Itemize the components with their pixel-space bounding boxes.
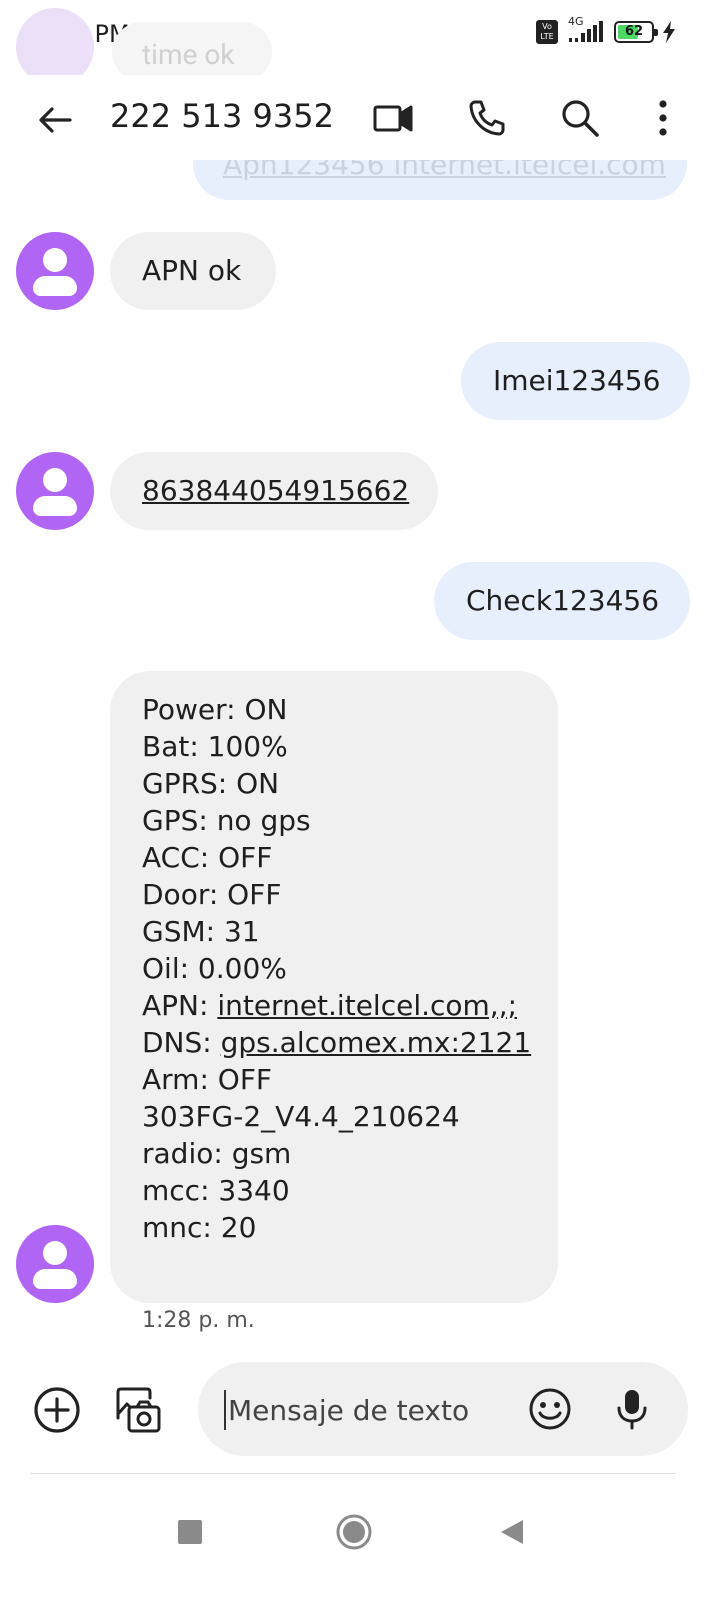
mic-icon[interactable] bbox=[606, 1383, 658, 1435]
message-bubble-incoming[interactable]: time ok bbox=[112, 22, 272, 82]
apn-link[interactable]: internet.itelcel.com,,; bbox=[217, 989, 517, 1022]
report-line: GSM: 31 bbox=[142, 915, 260, 948]
message-bubble-incoming[interactable]: Power: ON Bat: 100% GPRS: ON GPS: no gps… bbox=[110, 671, 558, 1303]
avatar[interactable] bbox=[16, 1225, 94, 1303]
add-circle-icon[interactable] bbox=[31, 1384, 83, 1436]
contact-title[interactable]: 222 513 9352 bbox=[110, 97, 334, 135]
top-app-bar: 222 513 9352 bbox=[0, 75, 720, 160]
report-line: GPRS: ON bbox=[142, 767, 280, 800]
compose-bar bbox=[0, 1360, 720, 1470]
message-timestamp: 1:28 p. m. bbox=[142, 1308, 255, 1333]
dns-link[interactable]: gps.alcomex.mx:2121 bbox=[221, 1026, 532, 1059]
compose-field[interactable] bbox=[198, 1362, 688, 1456]
report-line: GPS: no gps bbox=[142, 804, 311, 837]
system-nav-bar bbox=[0, 1480, 720, 1600]
divider bbox=[30, 1473, 676, 1474]
recents-square-icon[interactable] bbox=[162, 1504, 218, 1560]
phone-icon[interactable] bbox=[462, 93, 512, 143]
more-vert-icon[interactable] bbox=[638, 93, 688, 143]
arrow-back-icon[interactable] bbox=[32, 97, 78, 143]
message-bubble-outgoing[interactable]: Check123456 bbox=[434, 562, 690, 640]
message-bubble-outgoing[interactable]: Imei123456 bbox=[461, 342, 690, 420]
report-line: APN: internet.itelcel.com,,; bbox=[142, 989, 518, 1022]
message-input[interactable] bbox=[224, 1390, 514, 1430]
report-line: Arm: OFF bbox=[142, 1063, 273, 1096]
report-line: DNS: gps.alcomex.mx:2121 bbox=[142, 1026, 532, 1059]
imei-link[interactable]: 863844054915662 bbox=[142, 474, 409, 507]
video-call-icon[interactable] bbox=[368, 93, 418, 143]
report-line: Bat: 100% bbox=[142, 730, 288, 763]
report-line: mcc: 3340 bbox=[142, 1174, 290, 1207]
report-line: mnc: 20 bbox=[142, 1211, 257, 1244]
report-line: Power: ON bbox=[142, 693, 288, 726]
report-line: Oil: 0.00% bbox=[142, 952, 287, 985]
avatar[interactable] bbox=[16, 232, 94, 310]
message-list[interactable]: time ok Apn123456 internet.itelcel.com A… bbox=[0, 0, 720, 1360]
report-line: ACC: OFF bbox=[142, 841, 273, 874]
report-line: Door: OFF bbox=[142, 878, 282, 911]
emoji-icon[interactable] bbox=[524, 1383, 576, 1435]
home-circle-icon[interactable] bbox=[326, 1504, 382, 1560]
avatar[interactable] bbox=[16, 452, 94, 530]
report-line: 303FG-2_V4.4_210624 bbox=[142, 1100, 460, 1133]
message-bubble-incoming[interactable]: APN ok bbox=[110, 232, 276, 310]
back-triangle-icon[interactable] bbox=[484, 1504, 540, 1560]
gallery-icon[interactable] bbox=[112, 1384, 164, 1436]
report-line: radio: gsm bbox=[142, 1137, 292, 1170]
search-icon[interactable] bbox=[555, 93, 605, 143]
message-bubble-incoming[interactable]: 863844054915662 bbox=[110, 452, 438, 530]
